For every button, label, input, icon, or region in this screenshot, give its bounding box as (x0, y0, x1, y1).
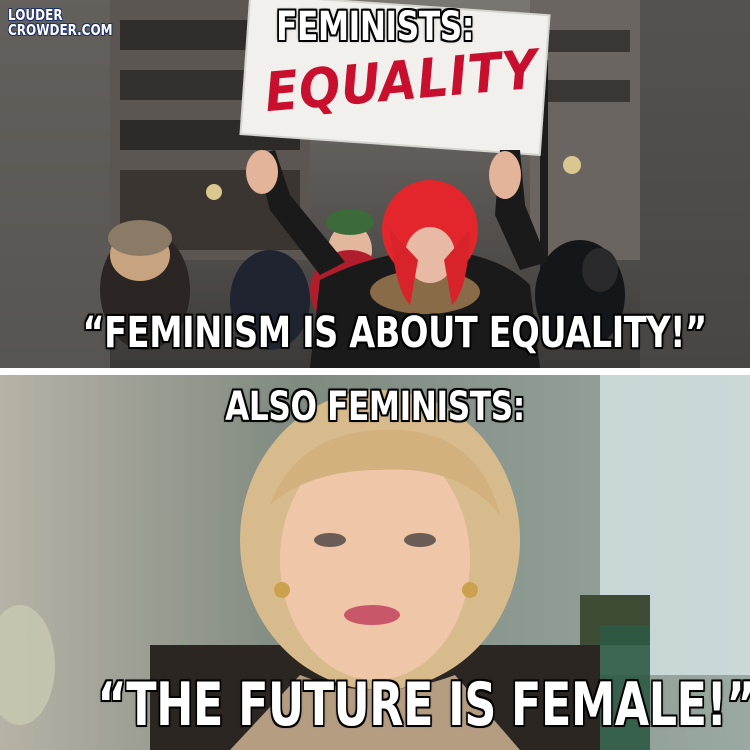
bottom-panel: ALSO FEMINISTS: “THE FUTURE IS FEMALE!” (0, 375, 750, 750)
top-heading-caption: FEMINISTS: (276, 4, 474, 50)
panel-divider (0, 368, 750, 375)
logo-line-2: CROWDER.COM (8, 21, 113, 39)
top-quote-caption: “FEMINISM IS ABOUT EQUALITY!” (82, 308, 708, 358)
top-panel: EQUALITY LOUDER CROWDER.COM FEMINISTS: “… (0, 0, 750, 368)
bottom-quote-caption: “THE FUTURE IS FEMALE!” (97, 670, 750, 740)
bottom-heading-caption: ALSO FEMINISTS: (225, 384, 525, 430)
